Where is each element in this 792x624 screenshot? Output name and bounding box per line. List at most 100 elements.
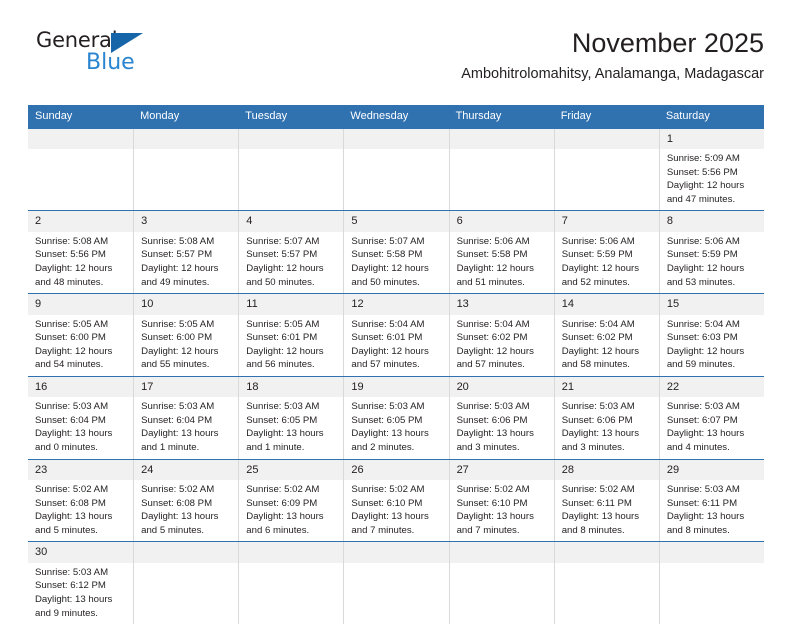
day-number: 26 [344, 459, 449, 480]
day-number: 16 [28, 376, 134, 398]
day-number [134, 128, 239, 150]
day-number: 20 [449, 376, 554, 398]
daylight-text: Daylight: 12 hours and 59 minutes. [666, 345, 745, 371]
daylight-text: Daylight: 13 hours and 5 minutes. [141, 511, 219, 536]
general-blue-logo[interactable]: General Blue [36, 30, 176, 86]
calendar-day-cell[interactable]: 15 Sunrise: 5:04 AM Sunset: 6:03 PM Dayligh… [658, 294, 764, 376]
logo-text-general: General [36, 28, 118, 52]
calendar-day-cell[interactable]: 1 Sunrise: 5:09 AM Sunset: 5:56 PM Daylight… [658, 128, 764, 211]
day-sun-info: Sunrise: 5:03 AM Sunset: 6:05 PM Daylight:… [239, 397, 343, 458]
calendar-day-cell[interactable]: 19 Sunrise: 5:03 AM Sunset: 6:05 PM Dayligh… [343, 376, 449, 459]
calendar-day-cell[interactable]: 16 Sunrise: 5:03 AM Sunset: 6:04 PM Dayligh… [28, 376, 134, 459]
day-number [554, 128, 659, 150]
sunrise-text: Sunrise: 5:07 AM [351, 235, 425, 247]
daylight-text: Daylight: 13 hours and 1 minute. [141, 428, 219, 454]
sunset-text: Sunset: 6:12 PM [35, 580, 106, 592]
calendar-day-cell-empty [28, 128, 134, 211]
calendar-day-cell[interactable]: 21 Sunrise: 5:03 AM Sunset: 6:06 PM Dayligh… [553, 376, 659, 459]
sunrise-text: Sunrise: 5:02 AM [561, 483, 635, 495]
sunrise-text: Sunrise: 5:05 AM [141, 318, 215, 330]
sunset-text: Sunset: 6:10 PM [456, 497, 528, 509]
sunset-text: Sunset: 6:03 PM [666, 332, 738, 344]
day-sun-info: Sunrise: 5:07 AM Sunset: 5:57 PM Daylight:… [239, 232, 343, 293]
calendar-day-cell[interactable]: 24 Sunrise: 5:02 AM Sunset: 6:08 PM Dayligh… [133, 459, 239, 542]
calendar-day-cell[interactable]: 6 Sunrise: 5:06 AM Sunset: 5:58 PM Daylight… [448, 211, 554, 294]
day-number: 1 [659, 128, 764, 150]
day-sun-info: Sunrise: 5:08 AM Sunset: 5:57 PM Daylight:… [134, 232, 238, 293]
calendar-day-cell[interactable]: 2 Sunrise: 5:08 AM Sunset: 5:56 PM Daylight… [28, 211, 134, 294]
daylight-text: Daylight: 12 hours and 50 minutes. [246, 263, 324, 288]
day-number: 17 [134, 376, 239, 398]
sunset-text: Sunset: 6:00 PM [141, 332, 213, 344]
calendar-day-cell-empty [238, 128, 344, 211]
day-sun-info: Sunrise: 5:04 AM Sunset: 6:02 PM Daylight:… [555, 315, 659, 376]
calendar-day-cell[interactable]: 14 Sunrise: 5:04 AM Sunset: 6:02 PM Dayligh… [553, 294, 659, 376]
day-number: 7 [554, 211, 659, 232]
calendar-week-row: 16 Sunrise: 5:03 AM Sunset: 6:04 PM Dayligh… [28, 375, 764, 459]
daylight-text: Daylight: 13 hours and 2 minutes. [351, 428, 429, 454]
day-number [239, 128, 344, 150]
calendar-day-cell[interactable]: 23 Sunrise: 5:02 AM Sunset: 6:08 PM Dayligh… [28, 459, 134, 542]
day-sun-info: Sunrise: 5:02 AM Sunset: 6:08 PM Daylight:… [28, 480, 133, 541]
sunrise-text: Sunrise: 5:03 AM [141, 401, 215, 413]
daylight-text: Daylight: 12 hours and 51 minutes. [456, 263, 534, 288]
calendar-day-cell[interactable]: 28 Sunrise: 5:02 AM Sunset: 6:11 PM Dayligh… [553, 459, 659, 542]
sunrise-text: Sunrise: 5:03 AM [456, 401, 530, 413]
daylight-text: Daylight: 13 hours and 5 minutes. [35, 511, 113, 536]
day-number: 2 [28, 211, 134, 232]
calendar-day-cell[interactable]: 11 Sunrise: 5:05 AM Sunset: 6:01 PM Dayligh… [238, 294, 344, 376]
calendar-day-cell[interactable]: 8 Sunrise: 5:06 AM Sunset: 5:59 PM Daylight… [658, 211, 764, 294]
daylight-text: Daylight: 13 hours and 1 minute. [246, 428, 324, 454]
calendar-day-cell[interactable]: 7 Sunrise: 5:06 AM Sunset: 5:59 PM Daylight… [553, 211, 659, 294]
day-sun-info: Sunrise: 5:05 AM Sunset: 6:00 PM Daylight:… [134, 315, 238, 376]
sunrise-text: Sunrise: 5:02 AM [456, 483, 530, 495]
calendar-day-cell[interactable]: 27 Sunrise: 5:02 AM Sunset: 6:10 PM Dayligh… [448, 459, 554, 542]
sunset-text: Sunset: 6:04 PM [35, 414, 106, 426]
day-number [554, 542, 659, 563]
calendar-day-cell-empty [553, 128, 659, 211]
calendar-day-cell[interactable]: 5 Sunrise: 5:07 AM Sunset: 5:58 PM Daylight… [343, 211, 449, 294]
calendar-week-row: 2 Sunrise: 5:08 AM Sunset: 5:56 PM Daylight… [28, 210, 764, 294]
calendar-day-cell[interactable]: 22 Sunrise: 5:03 AM Sunset: 6:07 PM Dayligh… [658, 376, 764, 459]
sunrise-text: Sunrise: 5:03 AM [351, 401, 425, 413]
calendar-day-cell[interactable]: 26 Sunrise: 5:02 AM Sunset: 6:10 PM Dayligh… [343, 459, 449, 542]
day-number: 28 [554, 459, 659, 480]
sunset-text: Sunset: 5:57 PM [246, 249, 318, 261]
logo-text-blue: Blue [86, 50, 135, 75]
day-sun-info: Sunrise: 5:04 AM Sunset: 6:01 PM Daylight:… [344, 315, 448, 376]
calendar-day-cell[interactable]: 17 Sunrise: 5:03 AM Sunset: 6:04 PM Dayligh… [133, 376, 239, 459]
sunrise-text: Sunrise: 5:03 AM [666, 483, 740, 495]
day-sun-info: Sunrise: 5:04 AM Sunset: 6:02 PM Daylight:… [450, 315, 554, 376]
sunset-text: Sunset: 5:59 PM [666, 249, 738, 261]
day-number [239, 542, 344, 563]
day-sun-info: Sunrise: 5:03 AM Sunset: 6:06 PM Daylight:… [450, 397, 554, 458]
page-subtitle: Ambohitrolomahitsy, Analamanga, Madagasc… [461, 66, 764, 83]
daylight-text: Daylight: 13 hours and 4 minutes. [666, 428, 745, 454]
calendar-day-cell[interactable]: 18 Sunrise: 5:03 AM Sunset: 6:05 PM Dayligh… [238, 376, 344, 459]
calendar-day-cell[interactable]: 20 Sunrise: 5:03 AM Sunset: 6:06 PM Dayligh… [448, 376, 554, 459]
calendar-day-cell[interactable]: 12 Sunrise: 5:04 AM Sunset: 6:01 PM Dayligh… [343, 294, 449, 376]
calendar-day-cell[interactable]: 25 Sunrise: 5:02 AM Sunset: 6:09 PM Dayligh… [238, 459, 344, 542]
sunset-text: Sunset: 6:00 PM [35, 332, 106, 344]
daylight-text: Daylight: 13 hours and 9 minutes. [35, 593, 113, 619]
calendar-day-cell[interactable]: 29 Sunrise: 5:03 AM Sunset: 6:11 PM Dayligh… [658, 459, 764, 542]
day-sun-info: Sunrise: 5:04 AM Sunset: 6:03 PM Daylight:… [660, 315, 764, 376]
calendar-day-cell[interactable]: 4 Sunrise: 5:07 AM Sunset: 5:57 PM Daylight… [238, 211, 344, 294]
sunset-text: Sunset: 6:11 PM [561, 497, 632, 509]
sunrise-text: Sunrise: 5:02 AM [351, 483, 425, 495]
sunrise-text: Sunrise: 5:03 AM [35, 401, 109, 413]
sunrise-text: Sunrise: 5:04 AM [351, 318, 425, 330]
daylight-text: Daylight: 13 hours and 8 minutes. [561, 511, 640, 536]
calendar-day-cell[interactable]: 3 Sunrise: 5:08 AM Sunset: 5:57 PM Daylight… [133, 211, 239, 294]
page-header: General Blue November 2025 Ambohitroloma… [28, 28, 764, 100]
calendar-week-row: 9 Sunrise: 5:05 AM Sunset: 6:00 PM Daylight… [28, 293, 764, 376]
weekday-header-saturday: Saturday [665, 110, 710, 122]
calendar-day-cell[interactable]: 9 Sunrise: 5:05 AM Sunset: 6:00 PM Daylight… [28, 294, 134, 376]
sunset-text: Sunset: 6:09 PM [246, 497, 318, 509]
calendar-day-cell[interactable]: 13 Sunrise: 5:04 AM Sunset: 6:02 PM Dayligh… [448, 294, 554, 376]
sunset-text: Sunset: 5:56 PM [35, 249, 106, 261]
day-number: 15 [659, 294, 764, 315]
calendar-day-cell[interactable]: 10 Sunrise: 5:05 AM Sunset: 6:00 PM Dayligh… [133, 294, 239, 376]
sunrise-text: Sunrise: 5:08 AM [35, 235, 109, 247]
sunset-text: Sunset: 6:07 PM [666, 414, 738, 426]
